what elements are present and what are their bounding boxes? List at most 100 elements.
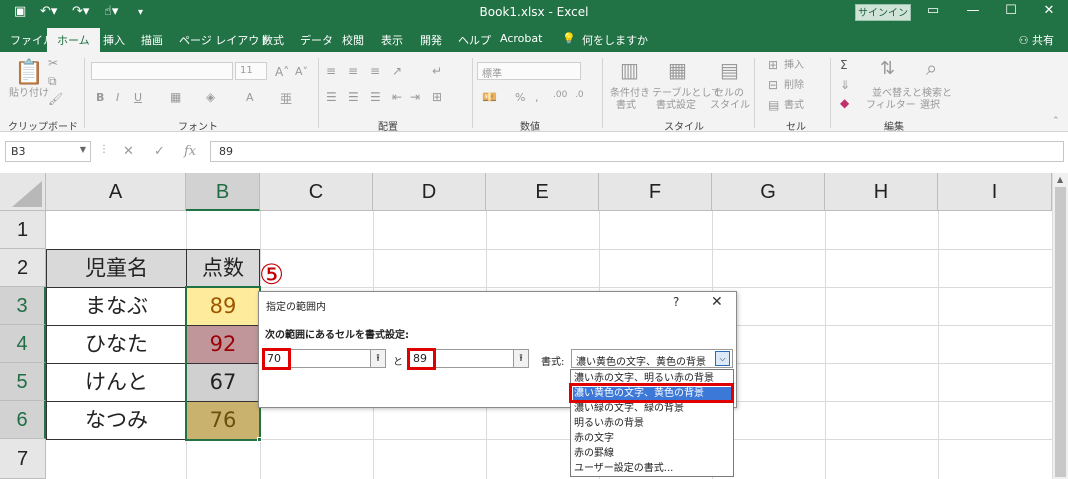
sort-filter-label-2[interactable]: フィルター xyxy=(866,100,916,112)
format-option[interactable]: 明るい赤の背景 xyxy=(573,417,731,430)
sort-filter-label-1[interactable]: 並べ替えと xyxy=(872,88,922,100)
delete-cells-icon[interactable]: ⊟ xyxy=(768,78,778,92)
align-left-icon[interactable]: ☰ xyxy=(326,90,337,104)
cut-icon[interactable]: ✂ xyxy=(48,56,58,70)
clipboard-launcher-icon[interactable]: ⌟ xyxy=(70,118,74,127)
row-header-3[interactable]: 3 xyxy=(0,287,46,325)
wrap-text-icon[interactable]: ↵ xyxy=(432,64,442,78)
ribbon-display-icon[interactable]: ▭ xyxy=(918,3,948,18)
signin-button[interactable]: サインイン xyxy=(855,4,911,21)
name-box[interactable]: B3 ▼ xyxy=(5,141,91,162)
paste-icon[interactable]: 📋 xyxy=(14,58,44,86)
clear-icon[interactable]: ◆ xyxy=(840,96,849,110)
tab-page-layout[interactable]: ページ レイアウト xyxy=(179,32,270,48)
find-select-label-2[interactable]: 選択 xyxy=(920,100,940,112)
row-header-5[interactable]: 5 xyxy=(0,363,46,401)
cell-a6[interactable]: なつみ xyxy=(46,401,187,440)
percent-icon[interactable]: % xyxy=(515,92,525,104)
tab-home[interactable]: ホーム xyxy=(47,28,100,52)
align-top-icon[interactable]: ≡ xyxy=(326,64,336,78)
column-header-d[interactable]: D xyxy=(373,173,486,211)
copy-icon[interactable]: ⧉ xyxy=(48,74,57,89)
cell-style-label-1[interactable]: セルの xyxy=(714,88,744,100)
dialog-close-button[interactable]: ✕ xyxy=(711,294,723,310)
autosum-icon[interactable]: Σ xyxy=(840,58,848,72)
align-right-icon[interactable]: ☰ xyxy=(370,90,381,104)
tab-formulas[interactable]: 数式 xyxy=(262,32,284,48)
increase-decimal-icon[interactable]: .00 xyxy=(553,90,567,100)
delete-cells-label[interactable]: 削除 xyxy=(784,80,804,92)
cell-b4[interactable]: 92 xyxy=(186,325,260,364)
scroll-up-icon[interactable]: ▲ xyxy=(1057,175,1063,184)
format-option[interactable]: 赤の文字 xyxy=(573,432,731,445)
cell-b6[interactable]: 76 xyxy=(186,401,260,440)
shrink-font-icon[interactable]: A˅ xyxy=(295,66,308,78)
share-button[interactable]: ⚇ 共有 xyxy=(1019,32,1054,48)
tab-view[interactable]: 表示 xyxy=(381,32,403,48)
fill-handle[interactable] xyxy=(257,437,262,442)
fill-color-icon[interactable]: ◈ xyxy=(206,90,215,104)
sort-filter-icon[interactable]: ⇅ xyxy=(880,58,895,79)
font-name-box[interactable] xyxy=(91,62,233,80)
cell-a3[interactable]: まなぶ xyxy=(46,287,187,326)
indent-decrease-icon[interactable]: ⇤ xyxy=(392,90,402,104)
format-table-icon[interactable]: ▦ xyxy=(668,58,687,82)
paste-label[interactable]: 貼り付け xyxy=(9,88,49,100)
find-select-label-1[interactable]: 検索と xyxy=(922,88,952,100)
tab-draw[interactable]: 描画 xyxy=(141,32,163,48)
maximize-button[interactable]: ☐ xyxy=(996,3,1026,18)
cell-a5[interactable]: けんと xyxy=(46,363,187,402)
find-select-icon[interactable]: ⌕ xyxy=(926,56,937,80)
select-all-button[interactable] xyxy=(0,173,46,211)
cell-style-label-2[interactable]: スタイル xyxy=(710,100,750,112)
column-header-b[interactable]: B xyxy=(186,173,260,211)
number-format-box[interactable]: 標準 xyxy=(477,62,581,80)
cell-b5[interactable]: 67 xyxy=(186,363,260,402)
tab-insert[interactable]: 挿入 xyxy=(103,32,125,48)
cancel-icon[interactable]: ✕ xyxy=(123,144,134,159)
format-option[interactable]: 赤の罫線 xyxy=(573,447,731,460)
insert-function-icon[interactable]: fx xyxy=(184,144,196,159)
tab-developer[interactable]: 開発 xyxy=(420,32,442,48)
column-header-g[interactable]: G xyxy=(712,173,825,211)
align-center-icon[interactable]: ☰ xyxy=(348,90,359,104)
column-header-c[interactable]: C xyxy=(260,173,373,211)
comma-icon[interactable]: , xyxy=(535,92,539,104)
column-header-f[interactable]: F xyxy=(599,173,712,211)
fill-icon[interactable]: ⇓ xyxy=(840,78,850,92)
column-header-i[interactable]: I xyxy=(938,173,1052,211)
merge-center-icon[interactable]: ⊞ xyxy=(432,90,442,104)
cell-b2-header-score[interactable]: 点数 xyxy=(186,249,260,288)
format-cells-label[interactable]: 書式 xyxy=(784,100,804,112)
column-header-e[interactable]: E xyxy=(486,173,599,211)
row-header-2[interactable]: 2 xyxy=(0,249,46,287)
formula-input[interactable]: 89 xyxy=(210,141,1064,162)
align-bottom-icon[interactable]: ≡ xyxy=(370,64,380,78)
cell-b3[interactable]: 89 xyxy=(186,287,260,326)
tab-data[interactable]: データ xyxy=(300,32,333,48)
vertical-scrollbar[interactable]: ▲ xyxy=(1052,173,1068,479)
row-header-7[interactable]: 7 xyxy=(0,439,46,479)
collapse-ribbon-icon[interactable]: ⌃ xyxy=(1052,116,1060,126)
collapse-dialog-icon[interactable]: ⭱ xyxy=(370,350,385,367)
format-option[interactable]: 濃い緑の文字、緑の背景 xyxy=(573,402,731,415)
align-middle-icon[interactable]: ≡ xyxy=(348,64,358,78)
borders-icon[interactable]: ▦ xyxy=(170,90,181,104)
insert-cells-icon[interactable]: ⊞ xyxy=(768,58,778,72)
conditional-format-icon[interactable]: ▥ xyxy=(620,58,639,82)
scrollbar-thumb[interactable] xyxy=(1055,187,1066,477)
table-format-label-2[interactable]: 書式設定 xyxy=(656,100,696,112)
column-header-h[interactable]: H xyxy=(825,173,938,211)
enter-icon[interactable]: ✓ xyxy=(154,144,165,159)
cell-a4[interactable]: ひなた xyxy=(46,325,187,364)
tab-review[interactable]: 校閲 xyxy=(342,32,364,48)
cond-format-label-1[interactable]: 条件付き xyxy=(610,88,650,100)
currency-icon[interactable]: 💴 xyxy=(482,90,497,104)
chevron-down-icon[interactable]: ⌵ xyxy=(715,351,730,366)
collapse-dialog-icon[interactable]: ⭱ xyxy=(513,350,528,367)
font-color-icon[interactable]: A xyxy=(246,92,254,104)
cell-a2-header-name[interactable]: 児童名 xyxy=(46,249,187,288)
bold-icon[interactable]: B xyxy=(96,92,104,104)
help-button[interactable]: ? xyxy=(673,295,679,309)
underline-icon[interactable]: U xyxy=(134,92,142,104)
